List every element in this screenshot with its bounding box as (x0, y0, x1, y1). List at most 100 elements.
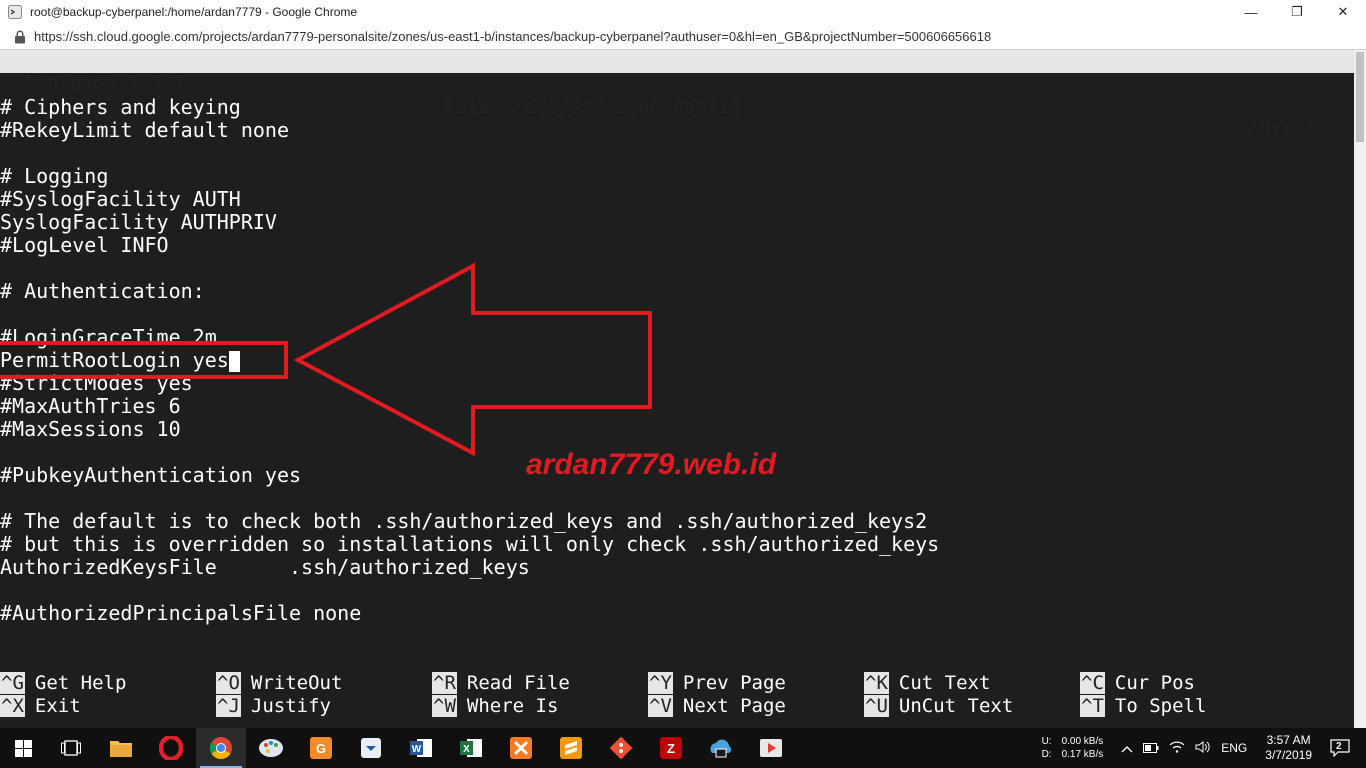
shortcut-key: ^U (864, 695, 889, 717)
shortcut-exit: ^X Exit (0, 695, 81, 718)
shortcut-label: WriteOut (250, 672, 343, 694)
text-line (0, 142, 1340, 165)
shortcut-label: Read File (466, 672, 570, 694)
shortcut-get-help: ^G Get Help (0, 672, 126, 695)
notification-center-icon[interactable]: 2 (1330, 736, 1356, 760)
word-icon[interactable]: W (396, 728, 446, 768)
shortcut-key: ^K (864, 672, 889, 694)
shortcut-label: Prev Page (682, 672, 786, 694)
ssh-terminal[interactable]: GNU nano 2.3.1 File: /etc/ssh/sshd_confi… (0, 50, 1366, 728)
wifi-icon[interactable] (1169, 741, 1185, 756)
sublime-icon[interactable] (546, 728, 596, 768)
network-labels: U: D: (1042, 735, 1052, 761)
permit-root-login-text: PermitRootLogin yes (0, 348, 229, 372)
shortcut-label: Justify (250, 695, 331, 717)
shortcut-key: ^W (432, 695, 457, 717)
shortcut-key: ^V (648, 695, 673, 717)
screenshot-app-icon[interactable] (346, 728, 396, 768)
shortcut-label: Next Page (682, 695, 786, 717)
text-line (0, 303, 1340, 326)
shortcut-next-page: ^V Next Page (648, 695, 786, 718)
clock[interactable]: 3:57 AM 3/7/2019 (1265, 733, 1312, 763)
chrome-icon[interactable] (196, 728, 246, 768)
shortcut-label: UnCut Text (898, 695, 1014, 717)
lock-icon (15, 30, 25, 43)
file-content[interactable]: # Ciphers and keying #RekeyLimit default… (0, 96, 1340, 625)
shortcut-key: ^O (216, 672, 241, 694)
minimize-button[interactable]: — (1228, 0, 1274, 24)
shortcut-key: ^X (0, 695, 25, 717)
terminal-favicon-icon (8, 5, 22, 19)
scrollbar-thumb[interactable] (1356, 52, 1364, 142)
clock-date: 3/7/2019 (1265, 748, 1312, 762)
foxit-icon[interactable]: G (296, 728, 346, 768)
address-bar[interactable]: https://ssh.cloud.google.com/projects/ar… (0, 24, 1366, 50)
paint-icon[interactable] (246, 728, 296, 768)
shortcut-read-file: ^R Read File (432, 672, 570, 695)
network-speed: 0.00 kB/s 0.17 kB/s (1062, 735, 1104, 761)
nano-version: GNU nano 2.3.1 (24, 73, 185, 95)
nano-shortcut-bar: ^G Get Help ^X Exit ^O WriteOut ^J Justify ^… (0, 672, 1340, 718)
shortcut-label: Cut Text (898, 672, 991, 694)
xampp-icon[interactable] (496, 728, 546, 768)
opera-icon[interactable] (146, 728, 196, 768)
shortcut-uncut-text: ^U UnCut Text (864, 695, 1013, 718)
text-line: #MaxAuthTries 6 (0, 394, 181, 418)
svg-text:W: W (412, 744, 422, 755)
shortcut-label: Where Is (466, 695, 559, 717)
svg-text:G: G (316, 741, 326, 756)
filezilla-icon[interactable]: Z (646, 728, 696, 768)
terminal-scrollbar[interactable] (1354, 50, 1366, 728)
text-line: # Ciphers and keying (0, 95, 241, 119)
clock-time: 3:57 AM (1266, 733, 1311, 747)
upload-label: U: (1041, 736, 1052, 747)
shortcut-key: ^C (1080, 672, 1105, 694)
language-indicator[interactable]: ENG (1221, 741, 1247, 755)
text-line (0, 487, 1340, 510)
text-line: # Authentication: (0, 279, 205, 303)
shortcut-where-is: ^W Where Is (432, 695, 558, 718)
network-drive-icon[interactable] (696, 728, 746, 768)
task-view-icon[interactable] (46, 728, 96, 768)
text-line: #AuthorizedPrincipalsFile none (0, 601, 362, 625)
watermark-text: ardan7779.web.id (526, 448, 777, 481)
shortcut-justify: ^J Justify (216, 695, 331, 718)
window-title-bar: root@backup-cyberpanel:/home/ardan7779 -… (0, 0, 1366, 24)
upload-speed: 0.00 kB/s (1061, 736, 1104, 747)
shortcut-key: ^Y (648, 672, 673, 694)
text-line: # The default is to check both .ssh/auth… (0, 509, 928, 533)
file-explorer-icon[interactable] (96, 728, 146, 768)
shortcut-prev-page: ^Y Prev Page (648, 672, 786, 695)
window-title: root@backup-cyberpanel:/home/ardan7779 -… (30, 5, 358, 19)
battery-icon[interactable] (1143, 741, 1159, 756)
text-line: #LoginGraceTime 2m (0, 325, 217, 349)
shortcut-to-spell: ^T To Spell (1080, 695, 1206, 718)
shortcut-cur-pos: ^C Cur Pos (1080, 672, 1195, 695)
url-text[interactable]: https://ssh.cloud.google.com/projects/ar… (34, 29, 991, 44)
shortcut-label: Cur Pos (1114, 672, 1195, 694)
text-line: SyslogFacility AUTHPRIV (0, 210, 277, 234)
shortcut-label: Get Help (34, 672, 127, 694)
close-button[interactable]: ✕ (1320, 0, 1366, 24)
download-label: D: (1041, 749, 1052, 760)
shortcut-key: ^R (432, 672, 457, 694)
restore-button[interactable]: ❐ (1274, 0, 1320, 24)
shortcut-label: Exit (34, 695, 81, 717)
media-app-icon[interactable] (746, 728, 796, 768)
svg-text:X: X (463, 744, 470, 755)
shortcut-writeout: ^O WriteOut (216, 672, 342, 695)
text-line: #RekeyLimit default none (0, 118, 289, 142)
text-cursor (228, 351, 240, 372)
text-line: #MaxSessions 10 (0, 417, 181, 441)
text-line: # but this is overridden so installation… (0, 532, 940, 556)
system-tray: U: D: 0.00 kB/s 0.17 kB/s ENG 3:57 AM 3/… (1042, 728, 1366, 768)
chevron-up-icon[interactable] (1121, 741, 1133, 756)
shortcut-key: ^J (216, 695, 241, 717)
shortcut-key: ^T (1080, 695, 1105, 717)
excel-icon[interactable]: X (446, 728, 496, 768)
windows-start-icon[interactable] (0, 728, 46, 768)
notification-count: 2 (1336, 741, 1342, 752)
text-line (0, 579, 1340, 602)
volume-icon[interactable] (1195, 740, 1211, 756)
git-icon[interactable] (596, 728, 646, 768)
